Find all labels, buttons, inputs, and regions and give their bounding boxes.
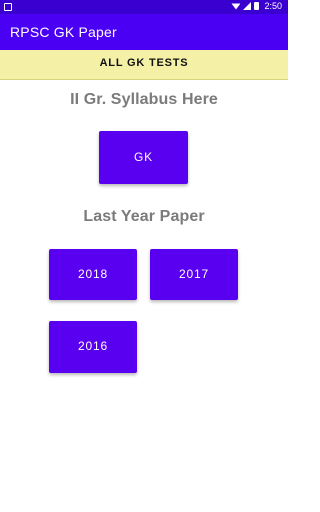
status-bar: 2:50 xyxy=(0,0,288,14)
signal-icon xyxy=(243,2,252,10)
year-2018-button[interactable]: 2018 xyxy=(49,249,137,300)
last-year-heading: Last Year Paper xyxy=(83,208,205,225)
year-button-label: 2016 xyxy=(78,339,108,353)
year-2017-button[interactable]: 2017 xyxy=(150,249,238,300)
wifi-icon xyxy=(231,3,241,10)
app-title: RPSC GK Paper xyxy=(10,24,117,40)
gk-button-label: GK xyxy=(134,150,153,164)
banner-label: ALL GK TESTS xyxy=(99,57,189,69)
battery-icon xyxy=(254,2,260,10)
year-button-label: 2018 xyxy=(78,267,108,281)
status-time: 2:50 xyxy=(264,1,282,11)
app-bar: RPSC GK Paper xyxy=(0,14,288,50)
status-icons: 2:50 xyxy=(231,1,282,11)
year-2016-button[interactable]: 2016 xyxy=(49,321,137,373)
syllabus-heading: II Gr. Syllabus Here xyxy=(70,91,218,108)
gk-button[interactable]: GK xyxy=(99,131,188,184)
year-button-label: 2017 xyxy=(179,267,209,281)
notification-icon xyxy=(4,3,12,11)
all-gk-tests-banner[interactable]: ALL GK TESTS xyxy=(0,50,288,80)
